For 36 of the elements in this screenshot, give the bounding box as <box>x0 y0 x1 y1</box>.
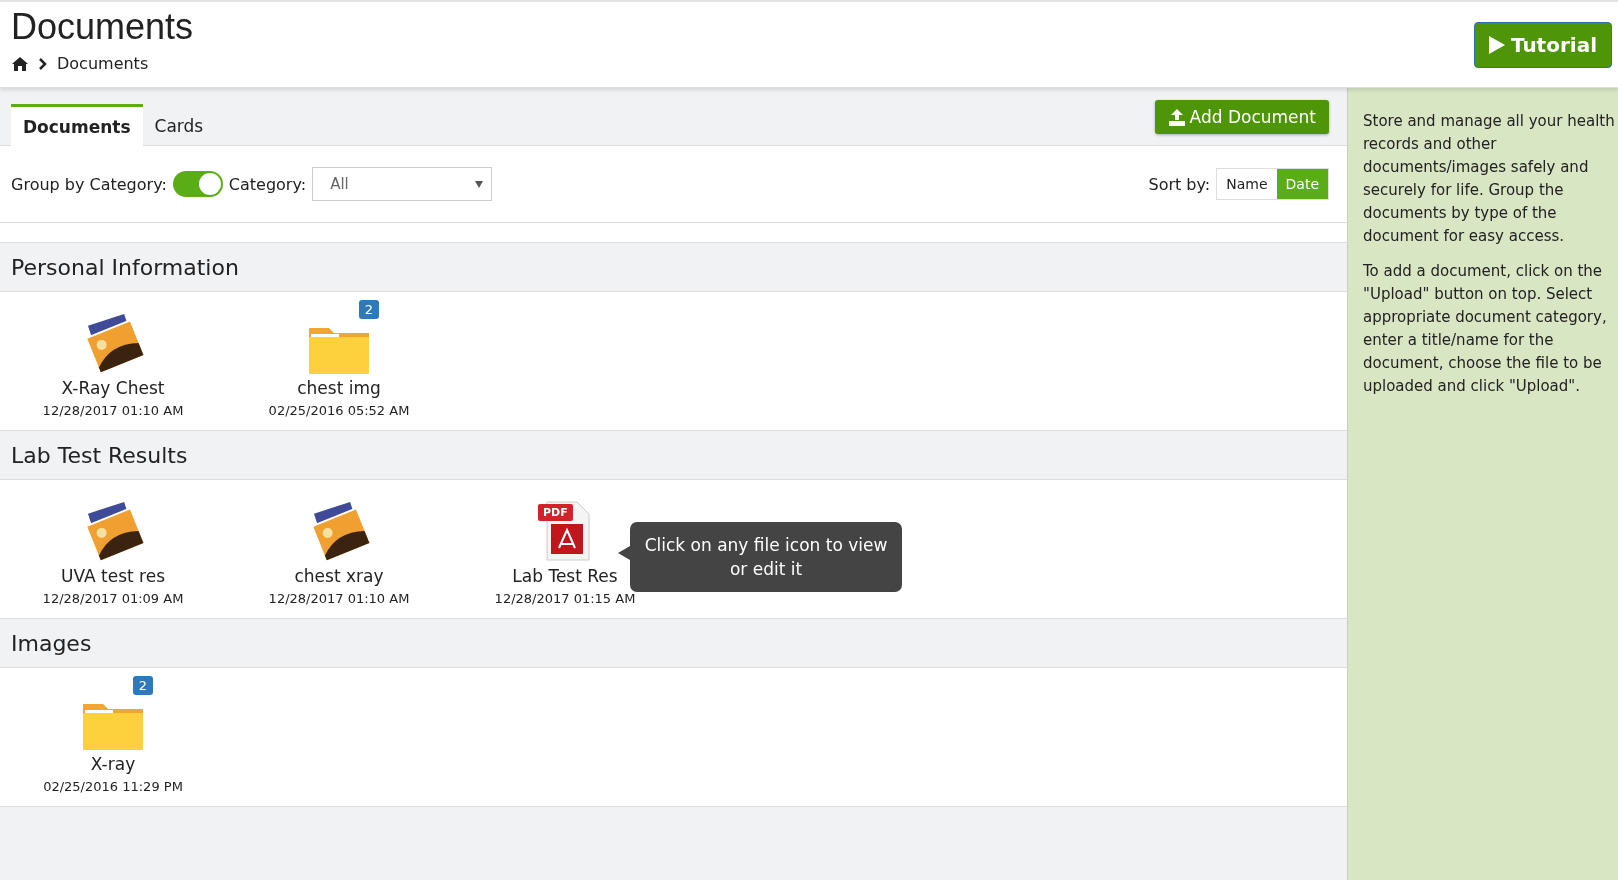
count-badge: 2 <box>358 300 379 319</box>
tab[interactable]: Documents <box>11 104 143 146</box>
file-name[interactable]: Lab Test Res <box>512 566 618 586</box>
chevron-icon <box>39 57 47 70</box>
file-date: 02/25/2016 11:29 PM <box>43 779 183 794</box>
upload-icon <box>1167 108 1186 126</box>
file-date: 12/28/2017 01:15 AM <box>494 591 636 606</box>
section-title: Images <box>11 630 92 656</box>
file-date: 02/25/2016 05:52 AM <box>268 403 410 418</box>
help-text: Store and manage all your health records and other documents/images safely and securely for life. Group the documents by type of the document for easy access. <box>1363 111 1616 247</box>
file-name[interactable]: X-Ray Chest <box>61 378 165 398</box>
section-title: Personal Information <box>11 254 239 280</box>
file-date: 12/28/2017 01:10 AM <box>42 403 184 418</box>
home-icon[interactable] <box>11 55 29 72</box>
page-title: Documents <box>11 6 194 48</box>
file-name[interactable]: chest xray <box>294 566 384 586</box>
group-toggle[interactable] <box>172 171 223 197</box>
tooltip: Click on any file icon to view or edit it <box>630 522 902 592</box>
category-dropdown[interactable]: All <box>312 167 493 201</box>
category-label: Category: <box>228 174 307 194</box>
play-icon <box>1488 36 1505 54</box>
count-badge: 2 <box>132 676 153 695</box>
help-text: To add a document, click on the "Upload" button on top. Select appropriate document category, enter a title/name for the document, choose the file to be uploaded and click "Upload". <box>1363 261 1608 397</box>
file-name[interactable]: chest img <box>297 378 381 398</box>
section-title: Lab Test Results <box>11 442 188 468</box>
group-by-label: Group by Category: <box>11 174 167 194</box>
file-date: 12/28/2017 01:09 AM <box>42 591 184 606</box>
add-document-button[interactable]: Add Document <box>1154 100 1329 134</box>
breadcrumb-link[interactable]: Documents <box>57 54 149 73</box>
tab[interactable]: Cards <box>142 103 216 145</box>
sort-label: Sort by: <box>1148 174 1211 194</box>
file-name[interactable]: X-ray <box>90 754 136 774</box>
tutorial-button[interactable]: Tutorial <box>1473 22 1612 68</box>
file-date: 12/28/2017 01:10 AM <box>268 591 410 606</box>
file-name[interactable]: UVA test res <box>61 566 165 586</box>
caret-icon <box>475 180 484 188</box>
